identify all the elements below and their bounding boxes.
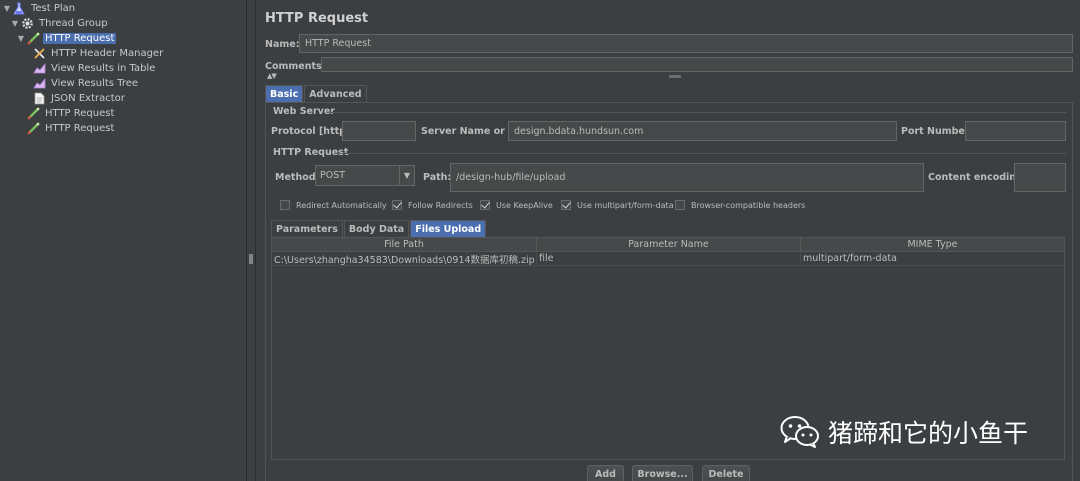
tree-item-http-request-selected[interactable]: ▼ HTTP Request (16, 31, 117, 45)
tree-item-label: View Results in Table (51, 62, 156, 74)
port-number-label: Port Number: (901, 126, 974, 137)
comments-field[interactable] (321, 57, 1073, 72)
redirect-automatically-checkbox[interactable]: Redirect Automatically (280, 200, 387, 210)
tree-item-label: Thread Group (39, 17, 108, 29)
path-field[interactable]: /design-hub/file/upload (450, 163, 924, 192)
tree-item-label: HTTP Header Manager (51, 47, 164, 59)
tab-files-upload[interactable]: Files Upload (410, 220, 487, 237)
follow-redirects-checkbox[interactable]: Follow Redirects (392, 200, 473, 210)
path-label: Path: (423, 172, 452, 183)
protocol-field[interactable] (342, 121, 416, 141)
tree-item-label: HTTP Request (45, 107, 115, 119)
dropdown-arrow-icon[interactable]: ▼ (399, 166, 414, 185)
gear-icon (20, 17, 34, 30)
tree-item-http-request[interactable]: HTTP Request (26, 121, 116, 135)
browse-button[interactable]: Browse... (632, 465, 693, 481)
tree-item-label: HTTP Request (45, 122, 115, 134)
group-separator (330, 112, 1066, 113)
content-encoding-label: Content encoding: (928, 172, 1027, 183)
web-server-group-title: Web Server (273, 106, 335, 117)
add-button[interactable]: Add (587, 465, 624, 481)
tab-advanced[interactable]: Advanced (304, 85, 367, 102)
watermark-text: 猪蹄和它的小鱼干 (828, 419, 1029, 448)
test-plan-icon (12, 2, 26, 15)
column-header-file-path[interactable]: File Path (272, 238, 537, 251)
column-header-parameter-name[interactable]: Parameter Name (537, 238, 801, 251)
http-sampler-icon (26, 107, 40, 120)
cell-parameter-name[interactable]: file (537, 252, 801, 265)
checkbox-label: Follow Redirects (408, 200, 473, 210)
tab-body-data[interactable]: Body Data (343, 220, 410, 237)
tree-item-http-request[interactable]: HTTP Request (26, 106, 116, 120)
checkbox-label: Browser-compatible headers (691, 200, 806, 210)
wrench-icon (32, 47, 46, 60)
drag-handle-icon[interactable] (249, 254, 253, 264)
tree-item-json-extractor[interactable]: JSON Extractor (32, 91, 127, 105)
server-name-field[interactable]: design.bdata.hundsun.com (508, 121, 897, 141)
cell-mime-type[interactable]: multipart/form-data (801, 252, 1064, 265)
checkbox-box-checked[interactable] (392, 200, 402, 210)
collapse-arrows-icon[interactable]: ▲▼ (267, 72, 277, 80)
tree-item-label: JSON Extractor (51, 92, 125, 104)
chart-icon (32, 77, 46, 90)
expand-arrow-icon[interactable]: ▼ (10, 19, 20, 28)
tree-item-view-results-table[interactable]: View Results in Table (32, 61, 157, 75)
checkbox-label: Use multipart/form-data (577, 200, 674, 210)
column-header-mime-type[interactable]: MIME Type (801, 238, 1064, 251)
cell-file-path[interactable]: C:\Users\zhangha34583\Downloads\0914数据库初… (272, 252, 537, 265)
tree-item-label: View Results Tree (51, 77, 139, 89)
method-value: POST (320, 170, 346, 181)
document-icon (32, 92, 46, 105)
browser-compatible-headers-checkbox[interactable]: Browser-compatible headers (675, 200, 805, 210)
tree-item-thread-group[interactable]: ▼ Thread Group (10, 16, 110, 30)
checkbox-label: Use KeepAlive (496, 200, 553, 210)
method-label: Method: (275, 172, 320, 183)
table-row[interactable]: C:\Users\zhangha34583\Downloads\0914数据库初… (272, 252, 1064, 266)
port-number-field[interactable] (965, 121, 1066, 141)
use-multipart-checkbox[interactable]: Use multipart/form-data (561, 200, 674, 210)
request-tabs: Basic Advanced (265, 85, 368, 102)
content-encoding-field[interactable] (1014, 163, 1066, 192)
name-field[interactable]: HTTP Request (299, 34, 1073, 53)
expand-arrow-icon[interactable]: ▼ (16, 34, 26, 43)
tab-basic[interactable]: Basic (265, 85, 304, 102)
split-pane-divider[interactable] (246, 0, 256, 481)
http-sampler-icon (26, 122, 40, 135)
tree-item-test-plan[interactable]: ▼ Test Plan (2, 1, 77, 15)
group-separator (342, 153, 1066, 154)
use-keepalive-checkbox[interactable]: Use KeepAlive (480, 200, 553, 210)
checkbox-box-checked[interactable] (480, 200, 490, 210)
tree-item-label: HTTP Request (43, 32, 117, 44)
tree-item-http-header-manager[interactable]: HTTP Header Manager (32, 46, 165, 60)
comments-label: Comments: (265, 61, 326, 72)
tab-parameters[interactable]: Parameters (271, 220, 343, 237)
test-plan-tree: ▼ Test Plan ▼ Thread Group ▼ HTTP Reques… (0, 0, 246, 481)
watermark: 猪蹄和它的小鱼干 (780, 414, 1028, 450)
checkbox-box[interactable] (675, 200, 685, 210)
checkbox-label: Redirect Automatically (296, 200, 387, 210)
resize-grip-icon[interactable] (669, 75, 681, 78)
method-select[interactable]: POST ▼ (315, 165, 415, 186)
http-sampler-icon (26, 32, 40, 45)
body-tabs: Parameters Body Data Files Upload (271, 220, 487, 237)
chart-icon (32, 62, 46, 75)
wechat-icon (780, 416, 819, 448)
checkbox-box-checked[interactable] (561, 200, 571, 210)
checkbox-box[interactable] (280, 200, 290, 210)
tree-item-label: Test Plan (31, 2, 76, 14)
name-label: Name: (265, 39, 300, 50)
delete-button[interactable]: Delete (702, 465, 750, 481)
table-header: File Path Parameter Name MIME Type (272, 238, 1064, 252)
http-request-group-title: HTTP Request (273, 147, 349, 158)
tree-item-view-results-tree[interactable]: View Results Tree (32, 76, 140, 90)
http-request-panel: HTTP Request Name: HTTP Request Comments… (257, 0, 1080, 481)
page-title: HTTP Request (265, 11, 369, 26)
expand-arrow-icon[interactable]: ▼ (2, 4, 12, 13)
